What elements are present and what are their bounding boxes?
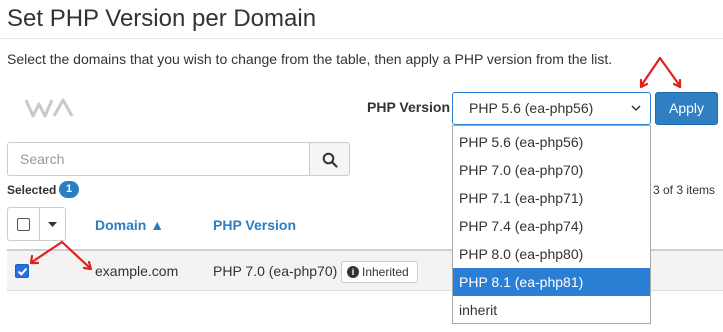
dropdown-option[interactable]: PHP 8.0 (ea-php80) <box>453 240 650 268</box>
chevron-down-icon <box>631 105 641 112</box>
dropdown-option[interactable]: inherit <box>453 296 650 324</box>
check-icon <box>17 267 28 276</box>
inherited-badge-label: Inherited <box>362 265 409 279</box>
caret-down-icon <box>48 222 57 227</box>
php-version-select-value: PHP 5.6 (ea-php56) <box>469 100 594 116</box>
wa-logo-icon <box>24 98 74 118</box>
info-icon: i <box>347 266 359 278</box>
search-button[interactable] <box>309 142 350 176</box>
inherited-badge: i Inherited <box>341 261 418 283</box>
items-count: 3 of 3 items <box>653 183 716 197</box>
php-version-select[interactable]: PHP 5.6 (ea-php56) <box>452 92 651 125</box>
dropdown-option[interactable]: PHP 7.1 (ea-php71) <box>453 184 650 212</box>
dropdown-option[interactable]: PHP 7.0 (ea-php70) <box>453 156 650 184</box>
intro-text: Select the domains that you wish to chan… <box>7 51 613 67</box>
column-header-php-version[interactable]: PHP Version <box>213 217 296 233</box>
apply-button[interactable]: Apply <box>655 92 718 125</box>
search-icon <box>322 152 338 168</box>
dropdown-option[interactable]: PHP 5.6 (ea-php56) <box>453 128 650 156</box>
column-header-domain[interactable]: Domain ▲ <box>95 217 164 233</box>
row-checkbox[interactable] <box>15 264 29 278</box>
php-version-label: PHP Version <box>367 99 451 115</box>
page-title: Set PHP Version per Domain <box>7 5 317 32</box>
search-input[interactable]: Search <box>7 142 310 176</box>
dropdown-option-highlighted[interactable]: PHP 8.1 (ea-php81) <box>453 268 650 296</box>
selected-label: Selected <box>7 183 57 197</box>
select-options-dropdown[interactable] <box>39 207 66 241</box>
select-all-checkbox[interactable] <box>7 207 40 241</box>
title-divider <box>0 38 723 39</box>
dropdown-option[interactable]: PHP 7.4 (ea-php74) <box>453 212 650 240</box>
red-annotation-arrow <box>639 56 682 89</box>
selected-count-badge: 1 <box>59 181 79 198</box>
select-all-checkbox-box <box>17 218 30 231</box>
row-php-version: PHP 7.0 (ea-php70) <box>213 263 338 279</box>
php-version-dropdown-list: PHP 5.6 (ea-php56) PHP 7.0 (ea-php70) PH… <box>452 125 651 324</box>
row-domain: example.com <box>95 263 179 279</box>
